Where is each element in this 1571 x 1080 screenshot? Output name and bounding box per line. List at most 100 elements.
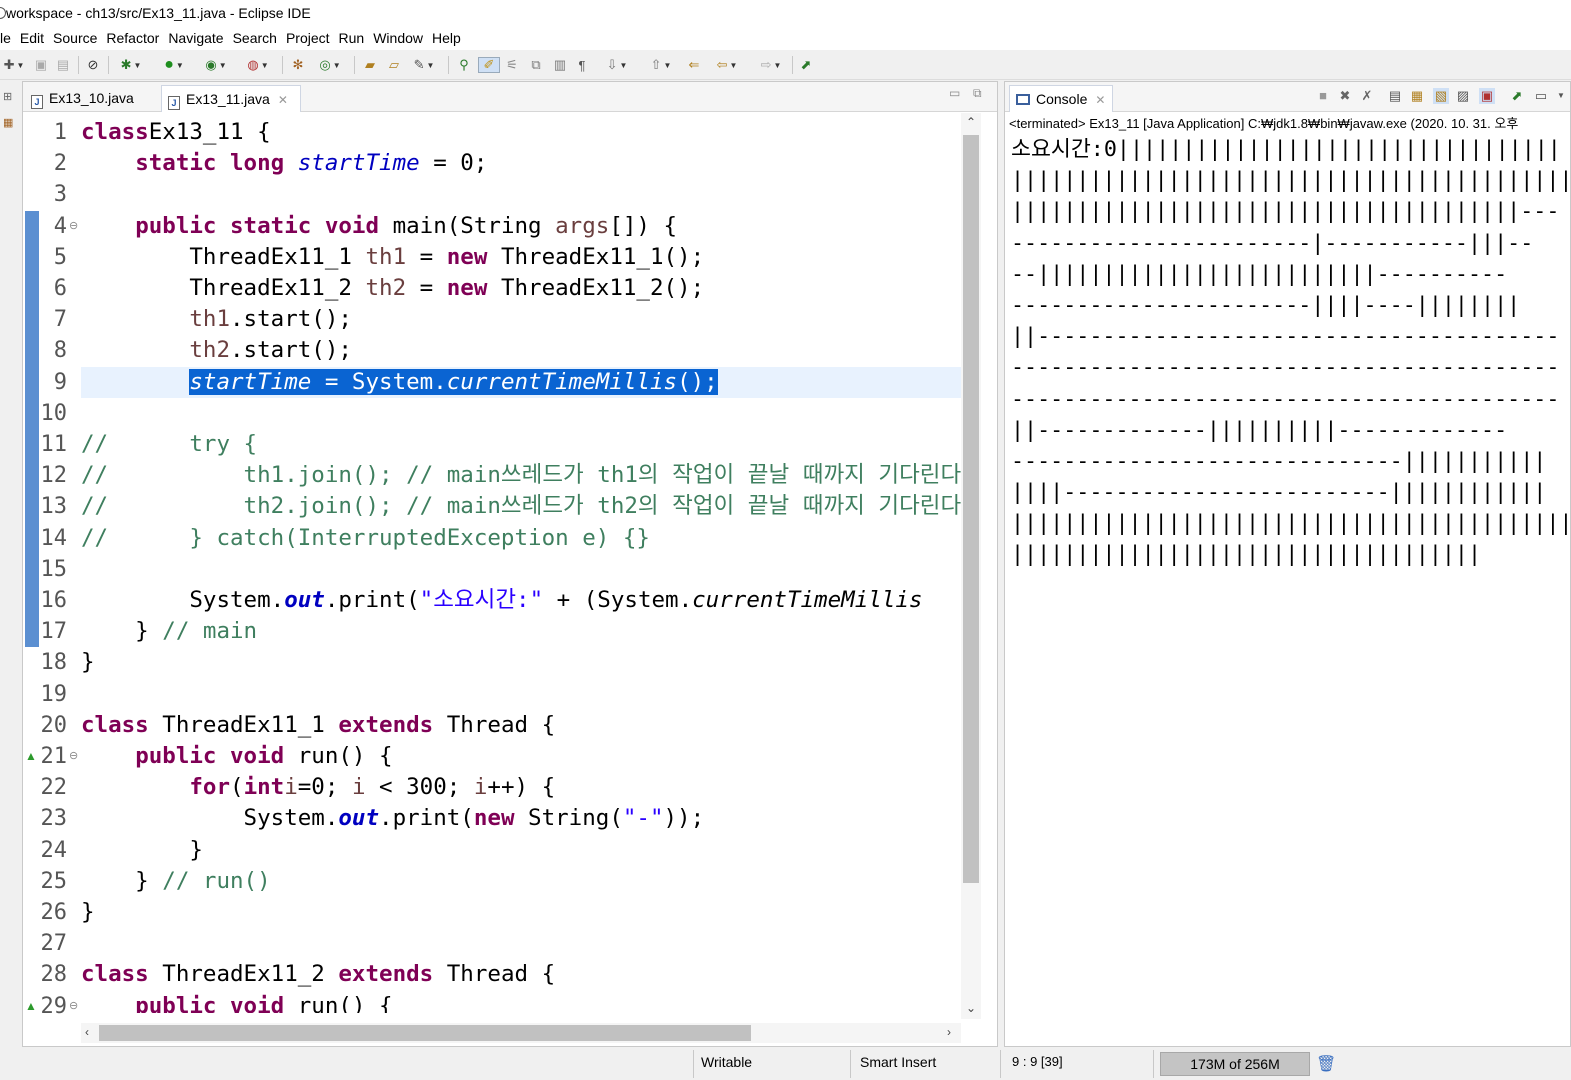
menu-file[interactable]: le [0, 27, 11, 50]
code-line[interactable]: ThreadEx11_1 th1 = new ThreadEx11_1(); [81, 242, 704, 273]
code-line[interactable]: class ThreadEx11_1 extends Thread { [81, 710, 555, 741]
word-wrap-icon[interactable]: ▧ [1433, 88, 1449, 104]
line-number: 28 [40, 962, 68, 988]
code-line[interactable]: // th1.join(); // main쓰레드가 th1의 작업이 끝날 때… [81, 460, 961, 491]
fold-toggle-icon[interactable]: ⊖ [69, 211, 78, 242]
code-line[interactable]: // } catch(InterruptedException e) {} [81, 523, 650, 554]
code-line[interactable]: System.out.print("소요시간:" + (System.curre… [81, 585, 922, 616]
code-line[interactable]: startTime = System.currentTimeMillis(); [81, 367, 718, 398]
console-output[interactable]: 소요시간:0||||||||||||||||||||||||||||||||||… [1011, 134, 1571, 571]
code-line[interactable]: } // run() [81, 866, 270, 897]
code-line[interactable]: public void run() { [81, 741, 392, 772]
clear-console-icon[interactable]: ▤ [1387, 88, 1403, 104]
code-line[interactable]: } [81, 897, 95, 928]
console-line: ------------------------------||||||||||… [1011, 448, 1547, 474]
minimize-icon[interactable]: ▭ [949, 86, 960, 100]
menu-project[interactable]: Project [286, 27, 330, 50]
code-line[interactable]: } [81, 835, 203, 866]
menu-run[interactable]: Run [339, 27, 365, 50]
open-type-icon[interactable]: ▰ [360, 57, 380, 73]
show-on-output-icon[interactable]: ▨ [1455, 88, 1471, 104]
last-edit-icon[interactable]: ⇐ [684, 57, 704, 73]
scroll-lock-icon[interactable]: ▦ [1409, 88, 1425, 104]
remove-launch-icon[interactable]: ✖ [1337, 88, 1353, 104]
code-line[interactable]: th2.start(); [81, 335, 352, 366]
code-line[interactable]: System.out.print(new String("-")); [81, 803, 705, 834]
code-line[interactable]: classEx13_11 { [81, 117, 271, 148]
scroll-down-icon[interactable]: ⌄ [966, 1001, 976, 1015]
code-line[interactable]: public static void main(String args[]) { [81, 211, 677, 242]
external-tools-icon[interactable]: ◍ ▼ [240, 57, 276, 73]
new-java-class-icon[interactable]: ◎ ▼ [312, 57, 348, 73]
search-icon[interactable]: ✎ ▼ [406, 57, 442, 73]
tab-ex13-11[interactable]: J Ex13_11.java ✕ [161, 85, 301, 112]
open-perspective-icon[interactable]: ⬈ [796, 57, 816, 73]
menu-window[interactable]: Window [373, 27, 423, 50]
code-area[interactable]: classEx13_11 { static long startTime = 0… [81, 113, 961, 1013]
text-selection[interactable]: startTime = System.currentTimeMillis(); [189, 368, 718, 395]
scroll-right-icon[interactable]: › [947, 1025, 951, 1039]
code-line[interactable]: ThreadEx11_2 th2 = new ThreadEx11_2(); [81, 273, 704, 304]
fold-toggle-icon[interactable]: ⊖ [69, 991, 78, 1022]
garbage-collect-icon[interactable]: 🗑 [1316, 1054, 1336, 1073]
new-icon[interactable]: ✚ ▼ [2, 57, 26, 73]
code-line[interactable]: for(inti=0; i < 300; i++) { [81, 772, 555, 803]
pilcrow-icon[interactable]: ¶ [572, 57, 592, 73]
fold-toggle-icon[interactable]: ⊖ [69, 741, 78, 772]
previous-annotation-icon[interactable]: ⇧ ▼ [642, 57, 680, 73]
menu-navigate[interactable]: Navigate [168, 27, 223, 50]
tab-console[interactable]: Console ✕ [1009, 85, 1113, 112]
close-icon[interactable]: ✕ [278, 93, 288, 107]
view-menu-icon[interactable]: ▼ [1553, 88, 1569, 104]
code-line[interactable]: th1.start(); [81, 304, 352, 335]
back-icon[interactable]: ⇦ ▼ [708, 57, 746, 73]
block-selection-icon[interactable]: ⚟ [502, 57, 522, 73]
toggle-breadcrumb-icon[interactable]: ⚲ [454, 57, 474, 73]
horizontal-scroll-thumb[interactable] [99, 1025, 751, 1041]
menu-source[interactable]: Source [53, 27, 97, 50]
maximize-icon[interactable]: ⧉ [973, 86, 982, 101]
code-line[interactable]: } [81, 647, 95, 678]
menu-refactor[interactable]: Refactor [106, 27, 159, 50]
menu-search[interactable]: Search [233, 27, 277, 50]
display-console-icon[interactable]: ▭ [1533, 88, 1549, 104]
forward-icon[interactable]: ⇨ ▼ [752, 57, 790, 73]
close-icon[interactable]: ✕ [1095, 93, 1105, 107]
remove-all-terminated-icon[interactable]: ✗ [1359, 88, 1375, 104]
menu-edit[interactable]: Edit [20, 27, 44, 50]
debug-icon[interactable]: ✱ ▼ [114, 57, 148, 73]
show-whitespace-icon[interactable]: ⧉ [526, 57, 546, 73]
skip-breakpoints-icon[interactable]: ⊘ [84, 57, 102, 73]
code-line[interactable]: static long startTime = 0; [81, 148, 487, 179]
code-line[interactable]: } // main [81, 616, 257, 647]
show-on-error-icon[interactable]: ▣ [1479, 88, 1495, 104]
run-icon[interactable]: ● ▼ [156, 56, 192, 73]
word-wrap-icon[interactable]: ▥ [550, 57, 570, 73]
vertical-scrollbar[interactable]: ⌃ ⌄ [961, 113, 981, 1019]
new-java-package-icon[interactable]: ✻ [288, 57, 308, 73]
outline-icon[interactable]: ▦ [3, 116, 13, 129]
tab-ex13-10[interactable]: J Ex13_10.java [25, 85, 159, 112]
menu-help[interactable]: Help [432, 27, 461, 50]
coverage-icon[interactable]: ◉ ▼ [198, 57, 234, 73]
open-task-icon[interactable]: ▱ [384, 57, 404, 73]
change-marker [25, 210, 39, 648]
vertical-scroll-thumb[interactable] [963, 135, 979, 883]
terminate-icon[interactable]: ■ [1315, 88, 1331, 104]
mark-occurrences-icon[interactable]: ✐ [478, 57, 500, 73]
code-line[interactable]: public void run() { [81, 991, 392, 1013]
pin-console-icon[interactable]: ⬈ [1509, 88, 1525, 104]
code-line[interactable]: // try { [81, 429, 257, 460]
scroll-up-icon[interactable]: ⌃ [966, 115, 976, 129]
next-annotation-icon[interactable]: ⇩ ▼ [598, 57, 636, 73]
code-token: Ex13_11 { [148, 119, 271, 145]
save-all-icon[interactable]: ▤ [54, 57, 72, 73]
scroll-left-icon[interactable]: ‹ [85, 1025, 89, 1039]
horizontal-scrollbar[interactable]: ‹ › [81, 1023, 961, 1043]
save-icon[interactable]: ▣ [32, 57, 50, 73]
code-line[interactable]: // th2.join(); // main쓰레드가 th2의 작업이 끝날 때… [81, 491, 961, 522]
code-token: extends [338, 711, 434, 738]
package-explorer-icon[interactable]: ⊞ [3, 90, 12, 103]
code-line[interactable]: class ThreadEx11_2 extends Thread { [81, 959, 555, 990]
